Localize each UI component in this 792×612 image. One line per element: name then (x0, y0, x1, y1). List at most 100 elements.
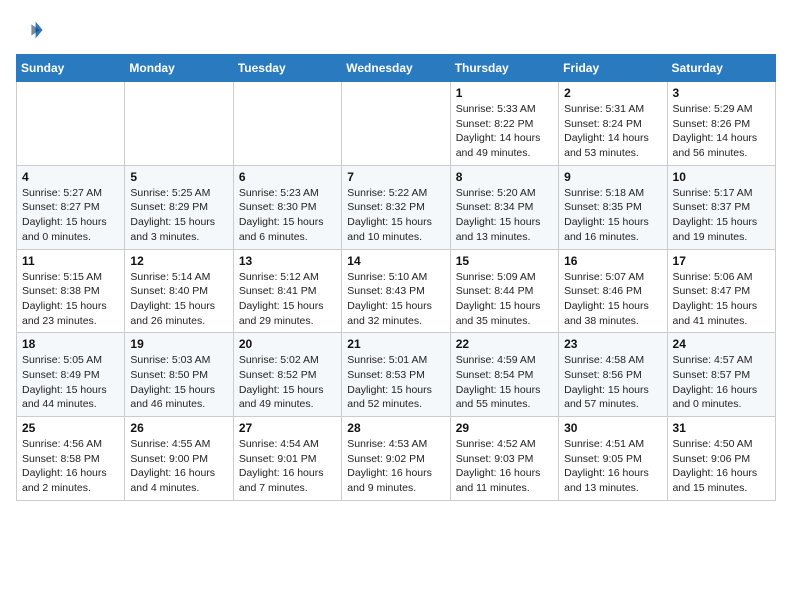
day-number: 29 (456, 421, 553, 435)
day-info: Sunrise: 5:29 AM Sunset: 8:26 PM Dayligh… (673, 102, 770, 161)
day-number: 6 (239, 170, 336, 184)
day-number: 3 (673, 86, 770, 100)
calendar-week-row: 11 Sunrise: 5:15 AM Sunset: 8:38 PM Dayli… (17, 249, 776, 333)
day-info: Sunrise: 5:09 AM Sunset: 8:44 PM Dayligh… (456, 270, 553, 329)
day-info: Sunrise: 5:03 AM Sunset: 8:50 PM Dayligh… (130, 353, 227, 412)
calendar-cell: 5Sunrise: 5:25 AM Sunset: 8:29 PM Daylig… (125, 165, 233, 249)
day-number: 25 (22, 421, 119, 435)
day-info: Sunrise: 5:10 AM Sunset: 8:43 PM Dayligh… (347, 270, 444, 329)
calendar-cell: 9 Sunrise: 5:18 AM Sunset: 8:35 PM Daylig… (559, 165, 667, 249)
weekday-header: Sunday (17, 55, 125, 82)
page-header (16, 16, 776, 44)
calendar-cell (342, 82, 450, 166)
day-info: Sunrise: 5:15 AM Sunset: 8:38 PM Dayligh… (22, 270, 119, 329)
calendar-cell: 16 Sunrise: 5:07 AM Sunset: 8:46 PM Dayli… (559, 249, 667, 333)
day-number: 4 (22, 170, 119, 184)
day-info: Sunrise: 5:05 AM Sunset: 8:49 PM Dayligh… (22, 353, 119, 412)
day-info: Sunrise: 4:59 AM Sunset: 8:54 PM Dayligh… (456, 353, 553, 412)
day-info: Sunrise: 5:12 AM Sunset: 8:41 PM Dayligh… (239, 270, 336, 329)
calendar-cell: 26 Sunrise: 4:55 AM Sunset: 9:00 PM Dayli… (125, 417, 233, 501)
day-number: 22 (456, 337, 553, 351)
calendar-cell: 18 Sunrise: 5:05 AM Sunset: 8:49 PM Dayli… (17, 333, 125, 417)
weekday-header: Monday (125, 55, 233, 82)
day-number: 19 (130, 337, 227, 351)
calendar-cell: 14 Sunrise: 5:10 AM Sunset: 8:43 PM Dayli… (342, 249, 450, 333)
day-info: Sunrise: 5:01 AM Sunset: 8:53 PM Dayligh… (347, 353, 444, 412)
calendar-cell: 31 Sunrise: 4:50 AM Sunset: 9:06 PM Dayli… (667, 417, 775, 501)
calendar-cell: 15 Sunrise: 5:09 AM Sunset: 8:44 PM Dayli… (450, 249, 558, 333)
day-info: Sunrise: 5:06 AM Sunset: 8:47 PM Dayligh… (673, 270, 770, 329)
calendar-cell (17, 82, 125, 166)
calendar-cell: 22 Sunrise: 4:59 AM Sunset: 8:54 PM Dayli… (450, 333, 558, 417)
calendar-cell (125, 82, 233, 166)
calendar-header-row: SundayMondayTuesdayWednesdayThursdayFrid… (17, 55, 776, 82)
day-number: 30 (564, 421, 661, 435)
calendar-week-row: 25 Sunrise: 4:56 AM Sunset: 8:58 PM Dayli… (17, 417, 776, 501)
calendar-cell (233, 82, 341, 166)
day-info: Sunrise: 4:57 AM Sunset: 8:57 PM Dayligh… (673, 353, 770, 412)
calendar-cell: 4 Sunrise: 5:27 AM Sunset: 8:27 PM Daylig… (17, 165, 125, 249)
calendar-cell: 6Sunrise: 5:23 AM Sunset: 8:30 PM Daylig… (233, 165, 341, 249)
day-info: Sunrise: 4:54 AM Sunset: 9:01 PM Dayligh… (239, 437, 336, 496)
day-number: 10 (673, 170, 770, 184)
day-number: 31 (673, 421, 770, 435)
day-info: Sunrise: 4:53 AM Sunset: 9:02 PM Dayligh… (347, 437, 444, 496)
day-number: 16 (564, 254, 661, 268)
day-number: 13 (239, 254, 336, 268)
day-number: 12 (130, 254, 227, 268)
day-number: 8 (456, 170, 553, 184)
day-number: 17 (673, 254, 770, 268)
day-number: 15 (456, 254, 553, 268)
day-number: 14 (347, 254, 444, 268)
weekday-header: Tuesday (233, 55, 341, 82)
weekday-header: Thursday (450, 55, 558, 82)
weekday-header: Friday (559, 55, 667, 82)
day-number: 7 (347, 170, 444, 184)
day-info: Sunrise: 4:55 AM Sunset: 9:00 PM Dayligh… (130, 437, 227, 496)
calendar-cell: 7 Sunrise: 5:22 AM Sunset: 8:32 PM Daylig… (342, 165, 450, 249)
calendar-week-row: 1Sunrise: 5:33 AM Sunset: 8:22 PM Daylig… (17, 82, 776, 166)
day-info: Sunrise: 5:02 AM Sunset: 8:52 PM Dayligh… (239, 353, 336, 412)
calendar-cell: 20 Sunrise: 5:02 AM Sunset: 8:52 PM Dayli… (233, 333, 341, 417)
day-info: Sunrise: 4:52 AM Sunset: 9:03 PM Dayligh… (456, 437, 553, 496)
day-number: 20 (239, 337, 336, 351)
calendar-cell: 24 Sunrise: 4:57 AM Sunset: 8:57 PM Dayli… (667, 333, 775, 417)
calendar-week-row: 18 Sunrise: 5:05 AM Sunset: 8:49 PM Dayli… (17, 333, 776, 417)
calendar-cell: 17 Sunrise: 5:06 AM Sunset: 8:47 PM Dayli… (667, 249, 775, 333)
calendar-cell: 29 Sunrise: 4:52 AM Sunset: 9:03 PM Dayli… (450, 417, 558, 501)
day-info: Sunrise: 5:14 AM Sunset: 8:40 PM Dayligh… (130, 270, 227, 329)
day-info: Sunrise: 4:58 AM Sunset: 8:56 PM Dayligh… (564, 353, 661, 412)
weekday-header: Wednesday (342, 55, 450, 82)
day-number: 11 (22, 254, 119, 268)
day-number: 23 (564, 337, 661, 351)
day-number: 9 (564, 170, 661, 184)
calendar-cell: 2 Sunrise: 5:31 AM Sunset: 8:24 PM Daylig… (559, 82, 667, 166)
day-number: 24 (673, 337, 770, 351)
calendar-cell: 1Sunrise: 5:33 AM Sunset: 8:22 PM Daylig… (450, 82, 558, 166)
calendar-cell: 11 Sunrise: 5:15 AM Sunset: 8:38 PM Dayli… (17, 249, 125, 333)
calendar-cell: 30Sunrise: 4:51 AM Sunset: 9:05 PM Dayli… (559, 417, 667, 501)
day-info: Sunrise: 5:07 AM Sunset: 8:46 PM Dayligh… (564, 270, 661, 329)
day-number: 2 (564, 86, 661, 100)
day-number: 27 (239, 421, 336, 435)
calendar-cell: 10Sunrise: 5:17 AM Sunset: 8:37 PM Dayli… (667, 165, 775, 249)
weekday-header: Saturday (667, 55, 775, 82)
calendar-cell: 23 Sunrise: 4:58 AM Sunset: 8:56 PM Dayli… (559, 333, 667, 417)
calendar-cell: 28 Sunrise: 4:53 AM Sunset: 9:02 PM Dayli… (342, 417, 450, 501)
calendar-cell: 12 Sunrise: 5:14 AM Sunset: 8:40 PM Dayli… (125, 249, 233, 333)
logo-icon (16, 16, 44, 44)
day-info: Sunrise: 5:27 AM Sunset: 8:27 PM Dayligh… (22, 186, 119, 245)
day-number: 1 (456, 86, 553, 100)
day-number: 18 (22, 337, 119, 351)
day-info: Sunrise: 5:18 AM Sunset: 8:35 PM Dayligh… (564, 186, 661, 245)
day-number: 28 (347, 421, 444, 435)
day-number: 26 (130, 421, 227, 435)
day-info: Sunrise: 4:50 AM Sunset: 9:06 PM Dayligh… (673, 437, 770, 496)
calendar-cell: 8Sunrise: 5:20 AM Sunset: 8:34 PM Daylig… (450, 165, 558, 249)
day-info: Sunrise: 5:31 AM Sunset: 8:24 PM Dayligh… (564, 102, 661, 161)
calendar-cell: 21Sunrise: 5:01 AM Sunset: 8:53 PM Dayli… (342, 333, 450, 417)
calendar-table: SundayMondayTuesdayWednesdayThursdayFrid… (16, 54, 776, 501)
day-info: Sunrise: 4:56 AM Sunset: 8:58 PM Dayligh… (22, 437, 119, 496)
day-info: Sunrise: 5:25 AM Sunset: 8:29 PM Dayligh… (130, 186, 227, 245)
day-info: Sunrise: 5:22 AM Sunset: 8:32 PM Dayligh… (347, 186, 444, 245)
